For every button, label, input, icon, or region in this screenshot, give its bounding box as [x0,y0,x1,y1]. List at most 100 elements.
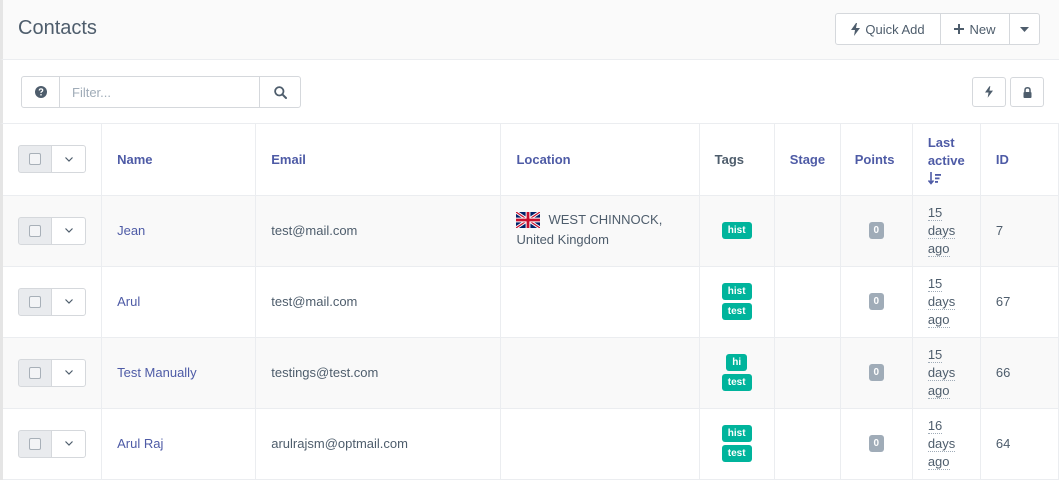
column-header-stage[interactable]: Stage [774,124,841,196]
filter-help-button[interactable] [21,76,60,108]
chevron-down-icon [64,156,73,162]
column-header-tags: Tags [699,124,775,196]
row-select-group [18,358,86,387]
tags-cell: hist [699,195,775,267]
name-cell: Arul Raj [101,408,257,480]
email-cell: test@mail.com [255,195,502,267]
table-row: Arul Raj arulrajsm@optmail.com hist test … [1,408,1059,480]
last-active-unit: days [927,364,956,381]
name-cell: Arul [101,266,257,338]
table-row: Test Manually testings@test.com hi test 0… [1,337,1059,409]
lock-button[interactable] [1010,77,1044,107]
last-active-value: 15 [927,275,943,292]
tag-badge: test [721,445,752,462]
row-actions-dropdown[interactable] [51,429,86,458]
location-cell [500,408,700,480]
email-cell: test@mail.com [255,266,502,338]
points-cell: 0 [840,266,913,338]
row-checkbox[interactable] [18,429,52,458]
row-actions-dropdown[interactable] [51,216,86,245]
contacts-table: Name Email Location Tags Stage Points La… [0,124,1059,480]
chevron-down-icon [64,370,73,375]
last-active-cell: 16 days ago [912,408,981,480]
stage-cell [774,408,841,480]
filter-group [21,76,301,108]
row-select-cell [1,408,103,480]
tag-badge: hist [721,425,752,442]
row-select-cell [1,195,103,267]
chevron-down-icon [64,299,73,304]
quick-action-button[interactable] [972,77,1006,107]
table-header-row: Name Email Location Tags Stage Points La… [1,124,1059,196]
tag-badge: hist [721,283,752,300]
location-cell: WEST CHINNOCK, United Kingdom [500,195,700,267]
location-line: WEST CHINNOCK, [516,211,683,229]
tags-cell: hist test [699,408,775,480]
id-cell: 7 [980,195,1059,267]
row-select-group [18,429,86,458]
last-active-value: 15 [927,346,943,363]
new-label: New [969,21,996,37]
last-active-cell: 15 days ago [912,337,981,409]
points-badge: 0 [868,222,885,239]
tag-badge: test [721,303,752,320]
row-select-group [18,216,86,245]
header-actions: Quick Add New [835,13,1040,45]
select-all-checkbox[interactable] [18,145,52,174]
new-button[interactable]: New [940,13,1010,45]
filter-input[interactable] [59,76,260,108]
new-dropdown-button[interactable] [1009,13,1040,45]
table-row: Jean test@mail.com WEST CHINNOCK, United… [1,195,1059,267]
tag-badge: hist [721,222,752,239]
contact-name-link[interactable]: Arul Raj [117,436,163,451]
search-button[interactable] [259,76,301,108]
bolt-icon [985,86,993,98]
row-actions-dropdown[interactable] [51,358,86,387]
select-all-cell [1,124,103,196]
last-active-label-line2: active [927,152,965,168]
column-header-name[interactable]: Name [101,124,257,196]
column-header-id[interactable]: ID [980,124,1059,196]
contact-name-link[interactable]: Arul [117,294,140,309]
lock-icon [1023,86,1031,98]
last-active-suffix: ago [927,240,950,257]
row-checkbox[interactable] [18,216,52,245]
email-cell: testings@test.com [255,337,502,409]
points-cell: 0 [840,337,913,409]
bulk-actions-dropdown[interactable] [51,145,86,174]
location-city: WEST CHINNOCK, [548,211,663,227]
row-checkbox[interactable] [18,358,52,387]
quick-add-button[interactable]: Quick Add [835,13,941,45]
row-actions-dropdown[interactable] [51,287,86,316]
search-icon [273,85,287,99]
column-header-location[interactable]: Location [500,124,700,196]
last-active-cell: 15 days ago [912,195,981,267]
points-cell: 0 [840,408,913,480]
last-active-suffix: ago [927,453,950,470]
row-select-group [18,287,86,316]
row-checkbox[interactable] [18,287,52,316]
column-header-email[interactable]: Email [255,124,502,196]
chevron-down-icon [64,228,73,233]
column-header-last-active[interactable]: Last active [912,124,981,196]
last-active-suffix: ago [927,311,950,328]
points-badge: 0 [868,293,885,310]
select-all-group [18,145,86,174]
stage-cell [774,195,841,267]
location-country: United Kingdom [516,231,609,247]
contact-name-link[interactable]: Jean [117,223,145,238]
id-cell: 66 [980,337,1059,409]
caret-down-icon [1020,26,1029,32]
page-title: Contacts [18,17,97,39]
tag-badge: hi [726,354,748,371]
column-header-points[interactable]: Points [840,124,913,196]
last-active-label-line1: Last [927,134,955,150]
stage-cell [774,337,841,409]
plus-icon [954,24,965,34]
tag-badge: test [721,374,752,391]
tags-cell: hist test [699,266,775,338]
sort-descending-icon [927,171,941,185]
contact-name-link[interactable]: Test Manually [117,365,196,380]
name-cell: Test Manually [101,337,257,409]
row-select-cell [1,266,103,338]
